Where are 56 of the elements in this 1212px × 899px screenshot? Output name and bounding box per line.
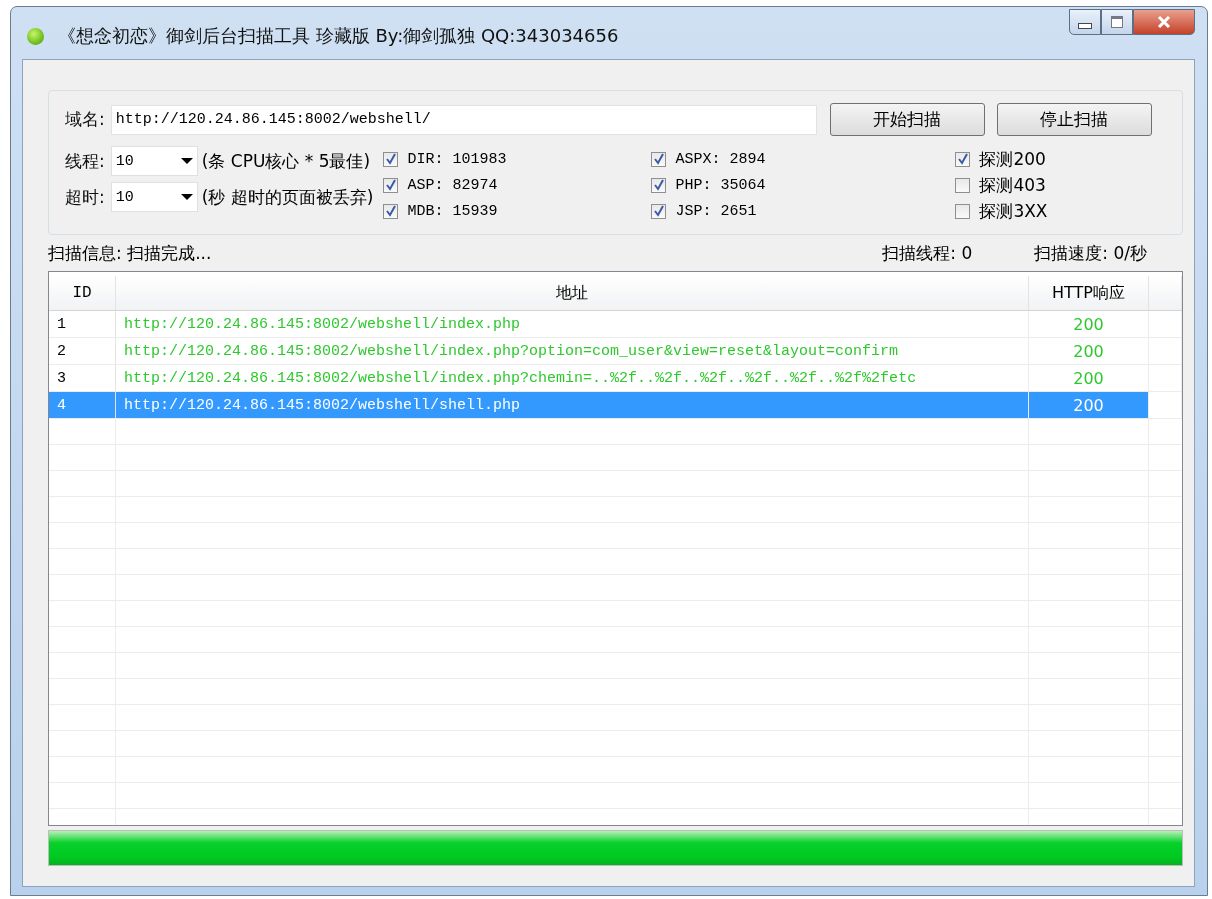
close-icon xyxy=(1156,16,1172,28)
window-title: 《想念初恋》御剑后台扫描工具 珍藏版 By:御剑孤独 QQ:343034656 xyxy=(58,24,619,48)
scan-threads-text: 扫描线程: 0 xyxy=(882,241,973,265)
checkbox-label: PHP: 35064 xyxy=(675,176,766,194)
checkbox-label: JSP: 2651 xyxy=(675,202,757,220)
status-code-cell: 200 xyxy=(1029,392,1149,418)
checkbox-label: ASPX: 2894 xyxy=(675,150,766,168)
caret-icon xyxy=(180,194,193,200)
checkbox-label: 探测403 xyxy=(979,173,1046,197)
id-cell: 1 xyxy=(49,311,116,337)
close-button[interactable] xyxy=(1133,9,1195,35)
scan-info-text: 扫描信息: 扫描完成... xyxy=(48,241,212,265)
checkbox-label: 探测3XX xyxy=(979,199,1048,223)
checkbox[interactable] xyxy=(651,203,667,219)
app-icon xyxy=(27,28,44,45)
id-cell: 2 xyxy=(49,338,116,364)
start-scan-button[interactable]: 开始扫描 xyxy=(829,103,985,136)
status-code-cell: 200 xyxy=(1029,365,1149,391)
threads-hint: (条 CPU核心 * 5最佳) xyxy=(201,149,371,173)
checkbox[interactable] xyxy=(383,203,399,219)
status-code-cell: 200 xyxy=(1029,311,1149,337)
checkbox-label: 探测200 xyxy=(979,147,1046,171)
url-cell: http://120.24.86.145:8002/webshell/index.php?chemin=..%2f..%2f..%2f..%2f..%2f..%2f%2fetc xyxy=(116,365,1029,391)
checkbox[interactable] xyxy=(383,177,399,193)
checkbox-label: MDB: 15939 xyxy=(407,202,498,220)
result-row[interactable]: 2 http://120.24.86.145:8002/webshell/index.php?option=com_user&view=reset&layout=confirm 200 xyxy=(49,338,1182,365)
threads-label: 线程: xyxy=(65,149,105,173)
checkbox[interactable] xyxy=(651,151,667,167)
scan-speed-text: 扫描速度: 0/秒 xyxy=(1034,241,1147,265)
column-header[interactable]: ID xyxy=(49,276,116,310)
domain-label: 域名: xyxy=(65,108,105,131)
checkbox[interactable] xyxy=(955,203,971,219)
timeout-hint: (秒 超时的页面被丢弃) xyxy=(201,185,374,209)
result-row[interactable]: 1 http://120.24.86.145:8002/webshell/index.php 200 xyxy=(49,311,1182,338)
checkbox[interactable] xyxy=(651,177,667,193)
url-cell: http://120.24.86.145:8002/webshell/index.php?option=com_user&view=reset&layout=confirm xyxy=(116,338,1029,364)
id-cell: 3 xyxy=(49,365,116,391)
checkbox-label: DIR: 101983 xyxy=(407,150,507,168)
caret-icon xyxy=(180,158,193,164)
checkbox[interactable] xyxy=(955,177,971,193)
column-header[interactable]: HTTP响应 xyxy=(1029,276,1149,310)
domain-field[interactable]: http://120.24.86.145:8002/webshell/ xyxy=(110,104,817,135)
checkbox[interactable] xyxy=(383,151,399,167)
checkbox[interactable] xyxy=(955,151,971,167)
minimize-button[interactable] xyxy=(1069,9,1101,35)
timeout-dropdown[interactable]: 10 xyxy=(110,182,198,212)
status-code-cell: 200 xyxy=(1029,338,1149,364)
stop-scan-button[interactable]: 停止扫描 xyxy=(996,103,1152,136)
column-header[interactable]: 地址 xyxy=(116,276,1029,310)
id-cell: 4 xyxy=(49,392,116,418)
maximize-button[interactable] xyxy=(1101,9,1133,35)
url-cell: http://120.24.86.145:8002/webshell/shell.php xyxy=(116,392,1029,418)
url-cell: http://120.24.86.145:8002/webshell/index.php xyxy=(116,311,1029,337)
threads-dropdown[interactable]: 10 xyxy=(110,146,198,176)
timeout-label: 超时: xyxy=(65,185,105,209)
checkbox-label: ASP: 82974 xyxy=(407,176,498,194)
